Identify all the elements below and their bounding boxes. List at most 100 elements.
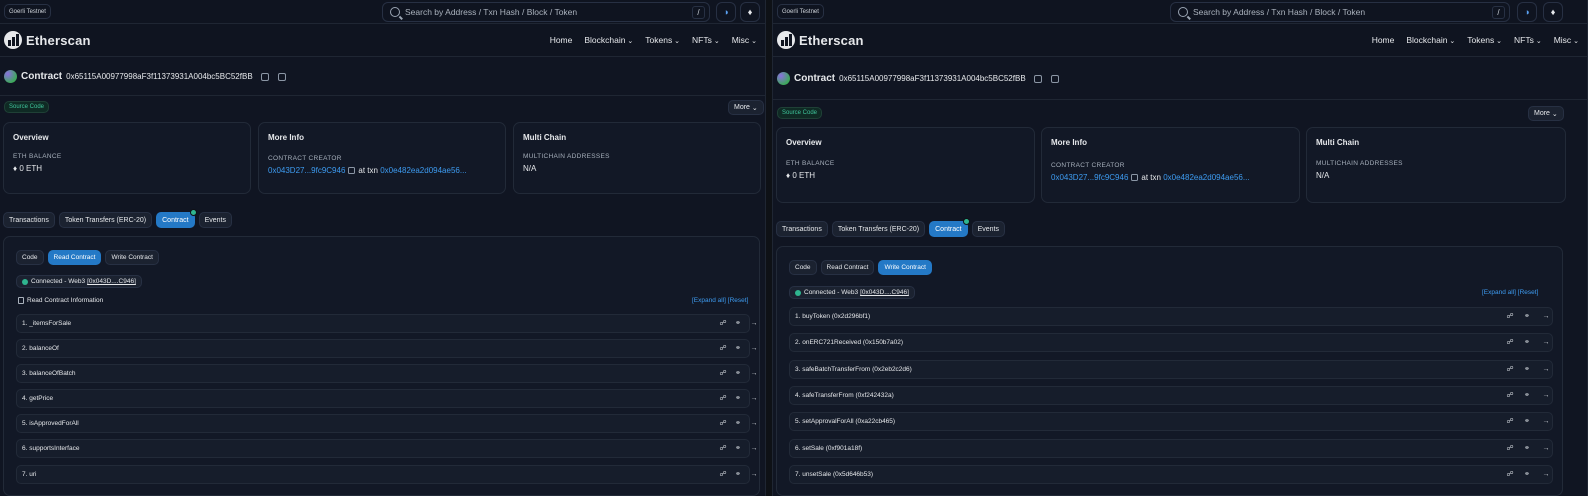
expand-arrow-icon[interactable]: →	[750, 320, 758, 328]
expand-arrow-icon[interactable]: →	[750, 370, 758, 378]
link-icon[interactable]: ☍	[1506, 471, 1514, 479]
link-icon[interactable]: ☍	[1506, 366, 1514, 374]
reset-link[interactable]: [Reset]	[1518, 289, 1539, 296]
copy-icon[interactable]	[1033, 74, 1042, 83]
network-badge[interactable]: Goerli Testnet	[777, 4, 824, 19]
expand-all-link[interactable]: [Expand all]	[1482, 289, 1516, 296]
write-function-item[interactable]: 3. safeBatchTransferFrom (0x2eb2c2d6) ☍ ⚭ →	[789, 360, 1553, 379]
expand-arrow-icon[interactable]: →	[750, 395, 758, 403]
creation-txn-link[interactable]: 0x0e482ea2d094ae56...	[380, 166, 466, 175]
expand-arrow-icon[interactable]: →	[1542, 366, 1550, 374]
link-icon[interactable]: ☍	[719, 320, 727, 328]
expand-arrow-icon[interactable]: →	[1542, 445, 1550, 453]
nav-blockchain[interactable]: Blockchain	[584, 35, 633, 45]
read-function-item[interactable]: 2. balanceOf ☍ ⚭ →	[16, 339, 758, 358]
link-icon[interactable]: ☍	[1506, 445, 1514, 453]
share-icon[interactable]: ⚭	[734, 420, 742, 428]
source-code-badge[interactable]: Source Code	[777, 107, 823, 119]
tab-transactions[interactable]: Transactions	[776, 221, 828, 237]
link-icon[interactable]: ☍	[1506, 339, 1514, 347]
tab-events[interactable]: Events	[971, 221, 1005, 237]
nav-home[interactable]: Home	[1372, 35, 1395, 45]
share-icon[interactable]: ⚭	[734, 370, 742, 378]
read-function-item[interactable]: 7. uri ☍ ⚭ →	[16, 465, 758, 484]
share-icon[interactable]: ⚭	[734, 320, 742, 328]
search-bar[interactable]: Search by Address / Txn Hash / Block / T…	[1170, 2, 1510, 22]
share-icon[interactable]: ⚭	[734, 345, 742, 353]
subtab-write-contract[interactable]: Write Contract	[878, 260, 932, 275]
share-icon[interactable]: ⚭	[734, 395, 742, 403]
write-function-item[interactable]: 2. onERC721Received (0x150b7a02) ☍ ⚭ →	[789, 333, 1553, 352]
link-icon[interactable]: ☍	[719, 445, 727, 453]
share-icon[interactable]: ⚭	[1523, 418, 1531, 426]
share-icon[interactable]: ⚭	[1523, 471, 1531, 479]
more-button[interactable]: More ⌄	[1528, 106, 1564, 121]
tab-transactions[interactable]: Transactions	[3, 212, 55, 228]
subtab-read-contract[interactable]: Read Contract	[47, 250, 102, 265]
tab-contract[interactable]: Contract	[156, 209, 197, 228]
expand-arrow-icon[interactable]: →	[1542, 471, 1550, 479]
search-input[interactable]: Search by Address / Txn Hash / Block / T…	[405, 7, 692, 17]
creator-address-link[interactable]: 0x043D27...9fc9C946	[268, 166, 345, 175]
more-button[interactable]: More ⌄	[728, 100, 764, 115]
tab-events[interactable]: Events	[198, 212, 232, 228]
expand-arrow-icon[interactable]: →	[750, 420, 758, 428]
theme-toggle-icon[interactable]: ◑	[1517, 2, 1537, 22]
reset-link[interactable]: [Reset]	[728, 297, 749, 304]
expand-arrow-icon[interactable]: →	[1542, 418, 1550, 426]
link-icon[interactable]: ☍	[1506, 418, 1514, 426]
share-icon[interactable]: ⚭	[1523, 339, 1531, 347]
qr-code-icon[interactable]	[277, 72, 286, 81]
nav-nfts[interactable]: NFTs	[1514, 35, 1542, 45]
subtab-read-contract[interactable]: Read Contract	[820, 260, 875, 275]
expand-arrow-icon[interactable]: →	[750, 345, 758, 353]
search-input[interactable]: Search by Address / Txn Hash / Block / T…	[1193, 7, 1492, 17]
expand-arrow-icon[interactable]: →	[750, 471, 758, 479]
expand-arrow-icon[interactable]: →	[750, 445, 758, 453]
copy-icon[interactable]	[348, 167, 356, 174]
etherscan-logo[interactable]: Etherscan	[777, 31, 864, 49]
subtab-write-contract[interactable]: Write Contract	[105, 250, 159, 265]
nav-blockchain[interactable]: Blockchain	[1406, 35, 1455, 45]
nav-misc[interactable]: Misc	[732, 35, 757, 45]
nav-home[interactable]: Home	[550, 35, 573, 45]
share-icon[interactable]: ⚭	[1523, 445, 1531, 453]
link-icon[interactable]: ☍	[1506, 392, 1514, 400]
ethereum-network-icon[interactable]: ♦	[1543, 2, 1563, 22]
source-code-badge[interactable]: Source Code	[4, 101, 50, 113]
qr-code-icon[interactable]	[1050, 74, 1059, 83]
network-badge[interactable]: Goerli Testnet	[4, 4, 51, 19]
tab-token-transfers[interactable]: Token Transfers (ERC-20)	[831, 221, 926, 237]
expand-arrow-icon[interactable]: →	[1542, 313, 1550, 321]
write-function-item[interactable]: 6. setSale (0xf901a18f) ☍ ⚭ →	[789, 439, 1553, 458]
read-function-item[interactable]: 3. balanceOfBatch ☍ ⚭ →	[16, 364, 758, 383]
share-icon[interactable]: ⚭	[734, 471, 742, 479]
link-icon[interactable]: ☍	[719, 345, 727, 353]
expand-arrow-icon[interactable]: →	[1542, 392, 1550, 400]
read-function-item[interactable]: 4. getPrice ☍ ⚭ →	[16, 389, 758, 408]
write-function-item[interactable]: 1. buyToken (0x2d296bf1) ☍ ⚭ →	[789, 307, 1553, 326]
copy-icon[interactable]	[1131, 174, 1139, 181]
copy-icon[interactable]	[260, 72, 269, 81]
subtab-code[interactable]: Code	[16, 250, 44, 265]
share-icon[interactable]: ⚭	[1523, 313, 1531, 321]
expand-arrow-icon[interactable]: →	[1542, 339, 1550, 347]
tab-contract[interactable]: Contract	[929, 218, 970, 237]
web3-connection-status[interactable]: Connected - Web3 [0x043D....C946]	[789, 286, 915, 299]
link-icon[interactable]: ☍	[719, 471, 727, 479]
read-function-item[interactable]: 1. _itemsForSale ☍ ⚭ →	[16, 314, 758, 333]
write-function-item[interactable]: 4. safeTransferFrom (0xf242432a) ☍ ⚭ →	[789, 386, 1553, 405]
tab-token-transfers[interactable]: Token Transfers (ERC-20)	[58, 212, 153, 228]
share-icon[interactable]: ⚭	[1523, 366, 1531, 374]
nav-tokens[interactable]: Tokens	[1467, 35, 1502, 45]
etherscan-logo[interactable]: Etherscan	[4, 31, 91, 49]
write-function-item[interactable]: 5. setApprovalForAll (0xa22cb465) ☍ ⚭ →	[789, 412, 1553, 431]
write-function-item[interactable]: 7. unsetSale (0x5d646b53) ☍ ⚭ →	[789, 465, 1553, 484]
nav-misc[interactable]: Misc	[1554, 35, 1579, 45]
creation-txn-link[interactable]: 0x0e482ea2d094ae56...	[1163, 173, 1249, 182]
nav-tokens[interactable]: Tokens	[645, 35, 680, 45]
share-icon[interactable]: ⚭	[1523, 392, 1531, 400]
link-icon[interactable]: ☍	[719, 395, 727, 403]
expand-all-link[interactable]: [Expand all]	[692, 297, 726, 304]
share-icon[interactable]: ⚭	[734, 445, 742, 453]
